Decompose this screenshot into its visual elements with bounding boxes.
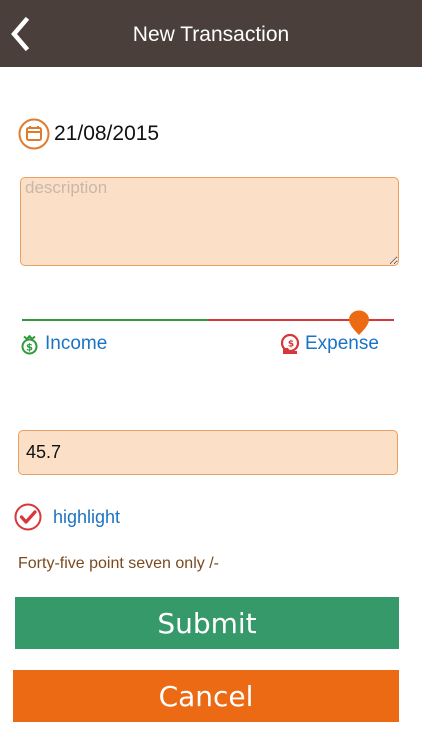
- highlight-label: highlight: [53, 506, 121, 527]
- highlight-toggle[interactable]: highlight: [14, 503, 120, 531]
- hand-coin-icon: $: [280, 333, 300, 354]
- date-value[interactable]: 21/08/2015: [54, 122, 159, 146]
- money-bag-icon: $: [21, 334, 38, 354]
- svg-text:$: $: [26, 342, 33, 353]
- slider-track-income: [22, 319, 208, 321]
- date-picker[interactable]: 21/08/2015: [18, 117, 159, 151]
- income-label: Income: [45, 333, 108, 354]
- svg-text:$: $: [288, 340, 294, 350]
- expense-label: Expense: [305, 333, 379, 354]
- submit-button[interactable]: Submit: [15, 597, 399, 649]
- income-option[interactable]: $ Income: [19, 333, 107, 355]
- checkmark-circle-icon[interactable]: [14, 503, 42, 531]
- income-expense-slider[interactable]: [22, 308, 394, 335]
- nav-bar: New Transaction: [0, 0, 422, 67]
- amount-in-words: Forty-five point seven only /-: [18, 555, 219, 572]
- description-field[interactable]: [20, 177, 399, 266]
- page-title: New Transaction: [132, 23, 290, 46]
- calendar-icon[interactable]: [18, 118, 50, 150]
- cancel-button[interactable]: Cancel: [13, 670, 399, 722]
- amount-field[interactable]: [18, 430, 398, 475]
- expense-option[interactable]: $ Expense: [280, 333, 379, 355]
